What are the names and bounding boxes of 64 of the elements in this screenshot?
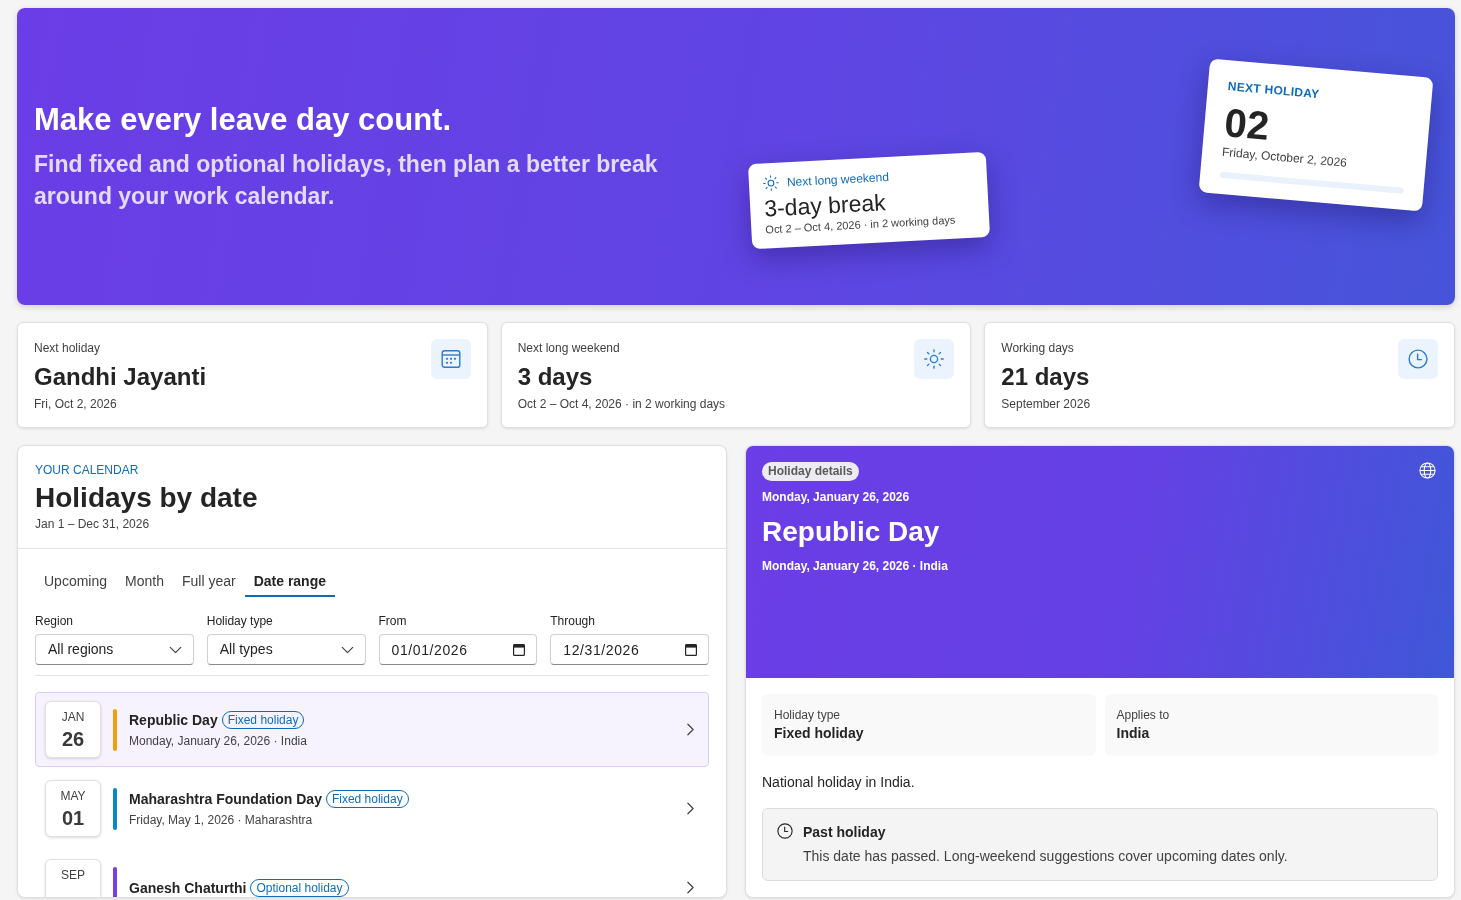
- day-number: 01: [61, 806, 85, 830]
- stat-value: Gandhi Jayanti: [34, 362, 208, 392]
- chevron-right-icon: [687, 723, 694, 736]
- clock-icon: [1398, 339, 1438, 379]
- card-label: Next long weekend: [786, 168, 890, 191]
- notice-title: Past holiday: [803, 823, 887, 841]
- holiday-name: Ganesh Chaturthi: [129, 878, 247, 897]
- section-eyebrow: YOUR CALENDAR: [35, 462, 140, 478]
- day-number: 26: [61, 727, 85, 751]
- holiday-name: Maharashtra Foundation Day: [129, 790, 322, 809]
- month-label: MAY: [60, 789, 86, 804]
- globe-icon: [1419, 462, 1436, 479]
- holiday-date: Monday, January 26, 2026 · India: [129, 733, 308, 749]
- stat-label: Next holiday: [34, 340, 102, 356]
- sun-icon: [762, 174, 780, 192]
- dropdown-field[interactable]: All regions: [35, 634, 194, 665]
- holiday-date: Friday, May 1, 2026 · Maharashtra: [129, 812, 314, 828]
- stat-detail: September 2026: [1001, 396, 1092, 412]
- stat-detail: Oct 2 – Oct 4, 2026 · in 2 working days: [517, 396, 727, 412]
- date-field[interactable]: 01/01/2026: [378, 634, 538, 665]
- calendar-icon: [430, 339, 471, 379]
- date-field[interactable]: 12/31/2026: [550, 634, 709, 665]
- chevron-down-icon: [340, 646, 354, 653]
- fact-value: India: [1116, 724, 1151, 743]
- holiday-list-item[interactable]: MAY 01 Maharashtra Foundation Day Fixed holiday Friday, May 1, 2026 · Maharashtra: [35, 771, 709, 846]
- calendar-icon: [513, 643, 526, 656]
- stat-value: 21 days: [1001, 362, 1091, 392]
- details-date: Monday, January 26, 2026: [762, 489, 911, 505]
- view-tab[interactable]: Upcoming: [35, 565, 117, 597]
- stat-value: 3 days: [517, 362, 594, 392]
- panel-title: Holidays by date: [35, 482, 259, 514]
- sun-icon: [914, 339, 955, 379]
- filter-label: Through: [550, 613, 596, 629]
- chevron-right-icon: [687, 881, 694, 894]
- fact-value: Fixed holiday: [774, 724, 865, 743]
- stat-detail: Fri, Oct 2, 2026: [34, 396, 118, 412]
- month-label: JAN: [61, 710, 85, 725]
- hero-title: Make every leave day count.: [34, 101, 451, 139]
- stat-label: Working days: [1001, 340, 1075, 356]
- details-tag: Holiday details: [762, 462, 859, 481]
- calendar-icon: [685, 643, 697, 656]
- fact-label: Holiday type: [774, 707, 842, 723]
- month-label: SEP: [61, 868, 85, 883]
- view-tab[interactable]: Month: [116, 565, 173, 597]
- view-tab[interactable]: Date range: [244, 565, 335, 597]
- holiday-list-item[interactable]: SEP Ganesh Chaturthi Optional holiday: [35, 850, 709, 897]
- description-text: National holiday in India.: [762, 773, 916, 792]
- filter-label: Region: [35, 613, 75, 629]
- details-title: Republic Day: [762, 515, 941, 549]
- notice-text: This date has passed. Long-weekend suggestions cover upcoming dates only.: [803, 847, 1288, 866]
- holiday-name: Republic Day: [129, 711, 218, 730]
- chevron-down-icon: [168, 646, 182, 653]
- view-tab[interactable]: Full year: [172, 565, 245, 597]
- stat-label: Next long weekend: [517, 340, 621, 356]
- dropdown-field[interactable]: All types: [206, 634, 366, 665]
- chevron-right-icon: [687, 802, 694, 815]
- date-range-text: Jan 1 – Dec 31, 2026: [35, 516, 151, 532]
- details-subtitle: Monday, January 26, 2026 · India: [762, 558, 949, 574]
- filter-label: From: [378, 613, 408, 629]
- hero-subtitle: Find fixed and optional holidays, then plan a better break around your work calendar.: [34, 150, 659, 211]
- clock-icon: [777, 823, 793, 839]
- filter-label: Holiday type: [206, 613, 274, 629]
- fact-label: Applies to: [1116, 707, 1171, 723]
- holiday-list-item[interactable]: JAN 26 Republic Day Fixed holiday Monday, January 26, 2026 · India: [35, 692, 709, 767]
